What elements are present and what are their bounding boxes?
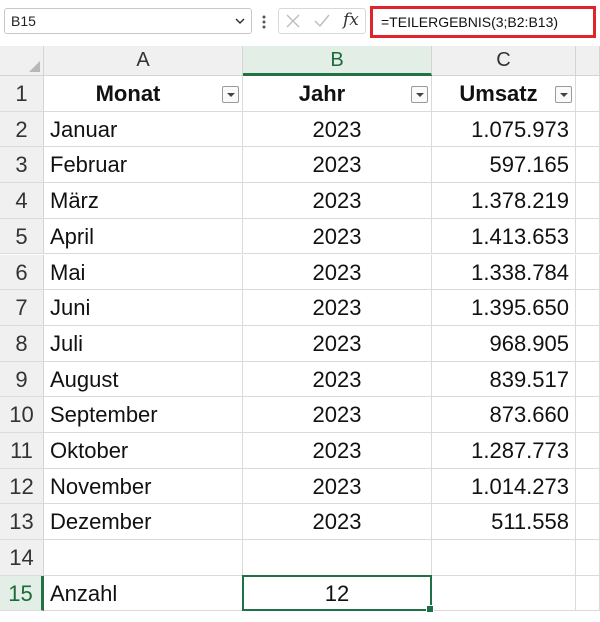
cell-jahr[interactable]: 2023 (243, 218, 432, 255)
cell-jahr[interactable]: 2023 (243, 111, 432, 148)
cell-jahr[interactable]: 2023 (243, 325, 432, 362)
cell-filler (576, 433, 600, 469)
cell-filler (576, 76, 600, 112)
cell-monat[interactable]: August (44, 361, 243, 398)
cell-umsatz[interactable]: 1.413.653 (432, 218, 576, 255)
cell-monat[interactable]: Juli (44, 325, 243, 362)
cell-filler (576, 504, 600, 541)
active-cell-outline (242, 574, 434, 614)
row-header-13[interactable]: 13 (0, 504, 44, 541)
row-header-6[interactable]: 6 (0, 254, 44, 291)
cell-umsatz[interactable]: 597.165 (432, 147, 576, 184)
cell-umsatz[interactable]: 1.075.973 (432, 111, 576, 148)
cell-filler (576, 575, 600, 612)
cell-monat[interactable]: Februar (44, 147, 243, 184)
cell-umsatz[interactable]: 1.378.219 (432, 183, 576, 219)
fill-handle[interactable] (426, 605, 434, 614)
cell-empty[interactable] (432, 575, 576, 612)
cell-jahr[interactable]: 2023 (243, 290, 432, 326)
row-header-15[interactable]: 15 (0, 575, 44, 612)
row-header-9[interactable]: 9 (0, 361, 44, 398)
cell-filler (576, 111, 600, 148)
cell-monat[interactable]: Januar (44, 111, 243, 148)
cell-umsatz[interactable]: 839.517 (432, 361, 576, 398)
header-cell-b[interactable]: Jahr (243, 76, 432, 112)
cell-filler (576, 325, 600, 362)
row-header-7[interactable]: 7 (0, 290, 44, 326)
row-header-3[interactable]: 3 (0, 147, 44, 184)
cell-jahr[interactable]: 2023 (243, 183, 432, 219)
cell-monat[interactable]: Juni (44, 290, 243, 326)
formula-input[interactable]: =TEILERGEBNIS(3;B2:B13) (370, 6, 596, 38)
name-box-value: B15 (11, 13, 36, 29)
row-header-5[interactable]: 5 (0, 218, 44, 255)
cell-filler (576, 540, 600, 576)
summary-label-cell[interactable]: Anzahl (44, 575, 243, 612)
cell-filler (576, 290, 600, 326)
cell-jahr[interactable]: 2023 (243, 468, 432, 505)
row-header-8[interactable]: 8 (0, 325, 44, 362)
row-header-14[interactable]: 14 (0, 540, 44, 576)
cell-empty[interactable] (44, 540, 243, 576)
select-all-corner[interactable] (0, 46, 44, 76)
column-header-filler (576, 46, 600, 76)
cell-monat[interactable]: Dezember (44, 504, 243, 541)
filter-dropdown-icon[interactable] (555, 86, 572, 103)
cell-empty[interactable] (432, 540, 576, 576)
cell-jahr[interactable]: 2023 (243, 254, 432, 291)
insert-function-button[interactable]: fx (343, 10, 359, 30)
filter-dropdown-icon[interactable] (222, 86, 239, 103)
cell-filler (576, 183, 600, 219)
more-options-icon[interactable] (261, 12, 267, 32)
cell-jahr[interactable]: 2023 (243, 504, 432, 541)
column-header-a[interactable]: A (44, 46, 243, 76)
row-header-11[interactable]: 11 (0, 433, 44, 469)
cell-umsatz[interactable]: 873.660 (432, 397, 576, 433)
cell-monat[interactable]: September (44, 397, 243, 433)
column-header-b[interactable]: B (243, 46, 432, 76)
cell-monat[interactable]: März (44, 183, 243, 219)
column-header-c[interactable]: C (432, 46, 576, 76)
cell-jahr[interactable]: 2023 (243, 147, 432, 184)
cell-filler (576, 218, 600, 255)
cell-filler (576, 468, 600, 505)
row-header-2[interactable]: 2 (0, 111, 44, 148)
cell-jahr[interactable]: 2023 (243, 397, 432, 433)
row-header-1[interactable]: 1 (0, 76, 44, 112)
cell-umsatz[interactable]: 1.287.773 (432, 433, 576, 469)
cell-filler (576, 147, 600, 184)
cell-umsatz[interactable]: 511.558 (432, 504, 576, 541)
checkmark-icon[interactable] (313, 13, 331, 29)
cell-umsatz[interactable]: 1.338.784 (432, 254, 576, 291)
cell-empty[interactable] (243, 540, 432, 576)
formula-text: =TEILERGEBNIS(3;B2:B13) (381, 14, 559, 30)
cell-jahr[interactable]: 2023 (243, 433, 432, 469)
name-box[interactable]: B15 (4, 8, 252, 34)
header-cell-a[interactable]: Monat (44, 76, 243, 112)
cell-monat[interactable]: November (44, 468, 243, 505)
cell-filler (576, 254, 600, 291)
cell-filler (576, 361, 600, 398)
formula-buttons: fx (278, 8, 366, 34)
cell-umsatz[interactable]: 1.014.273 (432, 468, 576, 505)
row-header-4[interactable]: 4 (0, 183, 44, 219)
row-header-12[interactable]: 12 (0, 468, 44, 505)
formula-bar: B15 fx =TEILERGEBNIS(3;B2:B13) (0, 0, 600, 44)
cell-monat[interactable]: April (44, 218, 243, 255)
close-icon[interactable] (285, 13, 301, 29)
cell-umsatz[interactable]: 968.905 (432, 325, 576, 362)
row-header-10[interactable]: 10 (0, 397, 44, 433)
cell-monat[interactable]: Oktober (44, 433, 243, 469)
cell-jahr[interactable]: 2023 (243, 361, 432, 398)
cell-filler (576, 397, 600, 433)
filter-dropdown-icon[interactable] (411, 86, 428, 103)
chevron-down-icon[interactable] (235, 16, 245, 26)
cell-umsatz[interactable]: 1.395.650 (432, 290, 576, 326)
cell-monat[interactable]: Mai (44, 254, 243, 291)
